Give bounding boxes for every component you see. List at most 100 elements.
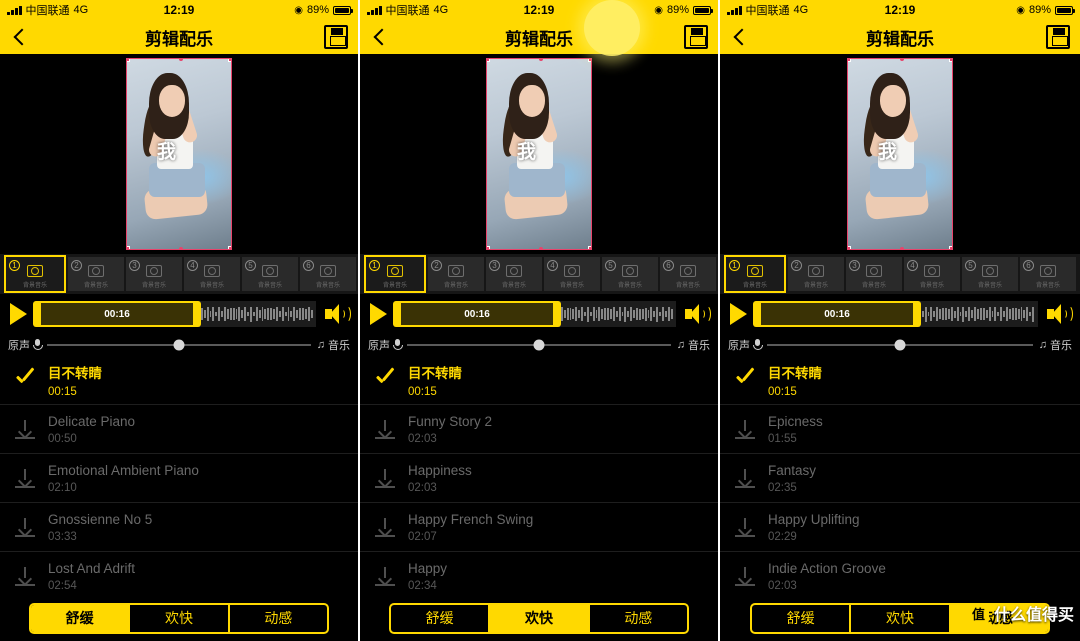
mix-slider-knob[interactable]: [533, 339, 545, 351]
list-item[interactable]: Fantasy 02:35: [720, 454, 1080, 503]
waveform-selection[interactable]: 00:16: [753, 301, 921, 327]
waveform-track[interactable]: 00:16: [393, 301, 676, 327]
list-item[interactable]: Lost And Adrift 02:54: [0, 552, 358, 601]
list-item[interactable]: Indie Action Groove 02:03: [720, 552, 1080, 601]
download-icon[interactable]: [374, 565, 396, 587]
clip-thumb-6[interactable]: 6 背景音乐: [660, 257, 716, 291]
clip-thumb-4[interactable]: 4 背景音乐: [544, 257, 600, 291]
clip-thumb-4[interactable]: 4 背景音乐: [184, 257, 240, 291]
mix-slider[interactable]: [407, 339, 671, 351]
waveform-selection[interactable]: 00:16: [393, 301, 561, 327]
tab-1[interactable]: 欢快: [490, 604, 590, 632]
crop-handle[interactable]: [228, 246, 231, 249]
crop-handle[interactable]: [127, 246, 130, 249]
tab-2[interactable]: 动感: [230, 605, 327, 632]
waveform-bar: [238, 307, 241, 321]
download-icon[interactable]: [734, 467, 756, 489]
list-item[interactable]: Happiness 02:03: [360, 454, 718, 503]
clip-number: 2: [71, 260, 82, 271]
list-item[interactable]: Funny Story 2 02:03: [360, 405, 718, 454]
track-title: Emotional Ambient Piano: [48, 462, 199, 478]
play-button[interactable]: [730, 303, 747, 325]
volume-icon[interactable]: [684, 303, 711, 325]
waveform-track[interactable]: 00:16: [753, 301, 1038, 327]
tab-0[interactable]: 舒缓: [391, 604, 491, 632]
clip-thumb-5[interactable]: 5 背景音乐: [602, 257, 658, 291]
list-item[interactable]: 目不转睛 00:15: [720, 356, 1080, 405]
track-title: Happy French Swing: [408, 511, 534, 527]
clip-thumb-2[interactable]: 2 背景音乐: [428, 257, 484, 291]
clip-thumb-1[interactable]: 1 背景音乐: [724, 255, 786, 293]
list-item[interactable]: Happy 02:34: [360, 552, 718, 601]
waveform-bar: [255, 306, 258, 322]
crop-handle[interactable]: [949, 246, 952, 249]
clip-thumb-3[interactable]: 3 背景音乐: [486, 257, 542, 291]
clip-thumb-5[interactable]: 5 背景音乐: [242, 257, 298, 291]
crop-handle[interactable]: [487, 246, 490, 249]
crop-handle[interactable]: [848, 246, 851, 249]
save-button[interactable]: [324, 25, 348, 49]
crop-handle[interactable]: [487, 59, 490, 62]
clip-thumb-2[interactable]: 2 背景音乐: [68, 257, 124, 291]
download-icon[interactable]: [374, 467, 396, 489]
crop-handle[interactable]: [848, 59, 851, 62]
download-icon[interactable]: [14, 467, 36, 489]
clip-thumb-3[interactable]: 3 背景音乐: [846, 257, 902, 291]
clip-thumb-4[interactable]: 4 背景音乐: [904, 257, 960, 291]
download-icon[interactable]: [14, 565, 36, 587]
download-icon[interactable]: [734, 565, 756, 587]
waveform-bar: [232, 308, 235, 320]
play-button[interactable]: [10, 303, 27, 325]
clip-thumb-1[interactable]: 1 背景音乐: [4, 255, 66, 293]
play-button[interactable]: [370, 303, 387, 325]
volume-icon[interactable]: [1046, 303, 1073, 325]
volume-icon[interactable]: [324, 303, 351, 325]
list-item[interactable]: Emotional Ambient Piano 02:10: [0, 454, 358, 503]
list-item[interactable]: 目不转睛 00:15: [0, 356, 358, 405]
save-button[interactable]: [684, 25, 708, 49]
mix-slider-knob[interactable]: [173, 339, 185, 351]
list-item[interactable]: Epicness 01:55: [720, 405, 1080, 454]
clip-thumb-6[interactable]: 6 背景音乐: [1020, 257, 1076, 291]
list-item[interactable]: Gnossienne No 5 03:33: [0, 503, 358, 552]
tab-0[interactable]: 舒缓: [31, 604, 131, 632]
clip-thumb-6[interactable]: 6 背景音乐: [300, 257, 356, 291]
mix-slider[interactable]: [767, 339, 1033, 351]
crop-handle[interactable]: [588, 59, 591, 62]
download-icon[interactable]: [734, 516, 756, 538]
back-button[interactable]: [10, 27, 30, 47]
tab-1[interactable]: 欢快: [130, 604, 230, 632]
video-frame[interactable]: 我: [486, 58, 592, 250]
back-button[interactable]: [730, 27, 750, 47]
save-button[interactable]: [1046, 25, 1070, 49]
back-button[interactable]: [370, 27, 390, 47]
clip-thumb-1[interactable]: 1 背景音乐: [364, 255, 426, 293]
tab-1[interactable]: 欢快: [851, 604, 951, 632]
battery-percent: 89%: [1028, 4, 1051, 16]
download-base: [735, 584, 755, 586]
crop-handle[interactable]: [127, 59, 130, 62]
list-item[interactable]: Happy French Swing 02:07: [360, 503, 718, 552]
list-item[interactable]: Delicate Piano 00:50: [0, 405, 358, 454]
download-icon[interactable]: [14, 418, 36, 440]
clip-thumb-5[interactable]: 5 背景音乐: [962, 257, 1018, 291]
tab-0[interactable]: 舒缓: [752, 604, 852, 632]
download-icon[interactable]: [734, 418, 756, 440]
clip-thumb-2[interactable]: 2 背景音乐: [788, 257, 844, 291]
list-item[interactable]: 目不转睛 00:15: [360, 356, 718, 405]
video-frame[interactable]: 我: [847, 58, 953, 250]
crop-handle[interactable]: [228, 59, 231, 62]
crop-handle[interactable]: [949, 59, 952, 62]
clip-thumb-3[interactable]: 3 背景音乐: [126, 257, 182, 291]
waveform-track[interactable]: 00:16: [33, 301, 316, 327]
waveform-selection[interactable]: 00:16: [33, 301, 201, 327]
mix-slider[interactable]: [47, 339, 311, 351]
crop-handle[interactable]: [588, 246, 591, 249]
download-icon[interactable]: [374, 516, 396, 538]
video-frame[interactable]: 我: [126, 58, 232, 250]
download-icon[interactable]: [14, 516, 36, 538]
list-item[interactable]: Happy Uplifting 02:29: [720, 503, 1080, 552]
mix-slider-knob[interactable]: [894, 339, 906, 351]
tab-2[interactable]: 动感: [590, 605, 687, 632]
download-icon[interactable]: [374, 418, 396, 440]
